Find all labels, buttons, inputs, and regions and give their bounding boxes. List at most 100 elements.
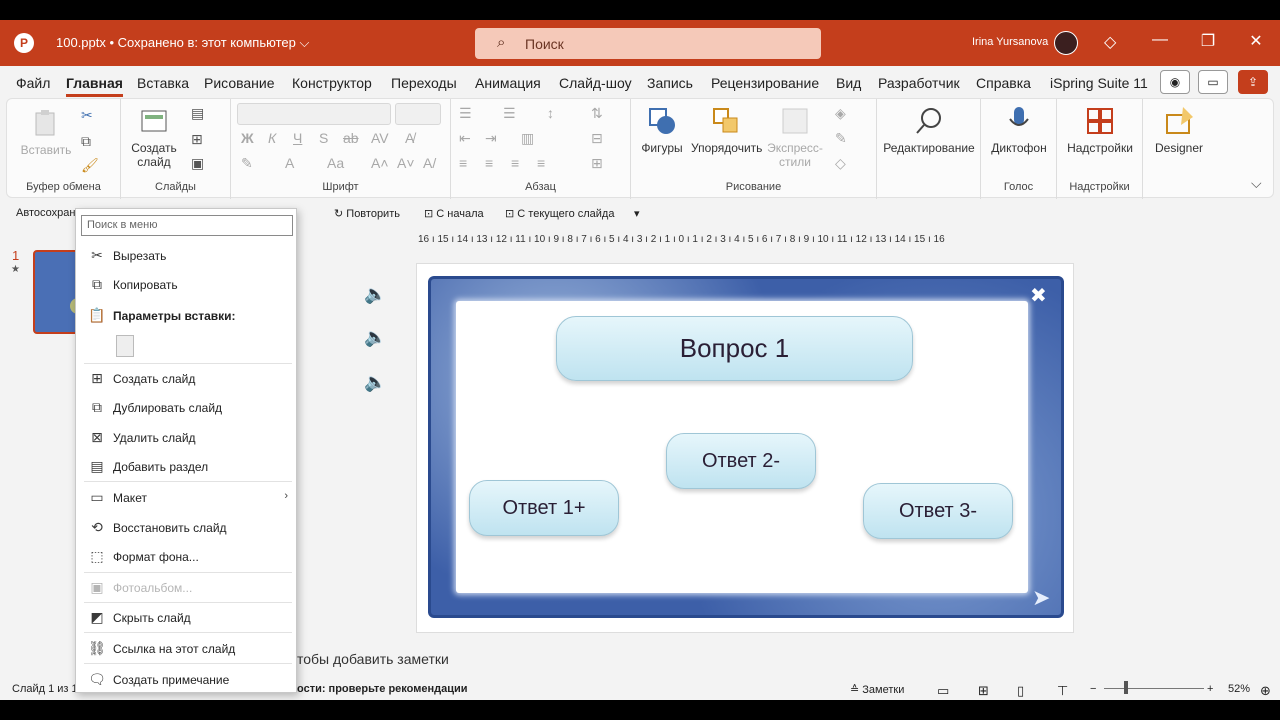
minimize-icon[interactable]: — (1150, 31, 1170, 49)
addins-button[interactable]: Надстройки (1063, 105, 1137, 155)
tab-home[interactable]: Главная (66, 75, 123, 97)
notes-toggle[interactable]: ≙ Заметки (850, 683, 904, 696)
numbering-icon[interactable]: ☰ (503, 105, 516, 122)
normal-view-icon[interactable]: ▭ (937, 683, 949, 699)
menu-item-duplicate[interactable]: ⧉ Дублировать слайд (76, 395, 296, 421)
tab-draw[interactable]: Рисование (204, 75, 275, 91)
cut-icon[interactable]: ✂ (81, 107, 93, 124)
line-spacing-icon[interactable]: ↕ (547, 105, 554, 121)
fit-slide-icon[interactable]: ⊕ (1260, 683, 1271, 699)
reset-icon[interactable]: ⊞ (191, 131, 203, 148)
menu-item-copy[interactable]: ⧉ Копировать (76, 272, 296, 298)
tab-design[interactable]: Конструктор (292, 75, 372, 91)
tab-help[interactable]: Справка (976, 75, 1031, 91)
tab-transitions[interactable]: Переходы (391, 75, 457, 91)
audio-speaker-icon[interactable]: 🔈 (364, 284, 386, 305)
shadow-icon[interactable]: S (319, 130, 328, 146)
tab-file[interactable]: Файл (16, 75, 50, 91)
dictate-button[interactable]: Диктофон (989, 105, 1049, 155)
close-icon[interactable]: ✕ (1246, 31, 1266, 51)
close-x-icon[interactable]: ✖ (1030, 283, 1047, 308)
font-size-combo[interactable] (395, 103, 441, 125)
decrease-indent-icon[interactable]: ⇤ (459, 130, 471, 147)
paste-button[interactable]: Вставить (17, 107, 75, 157)
restore-icon[interactable]: ❐ (1198, 31, 1218, 51)
justify-icon[interactable]: ≡ (537, 155, 545, 171)
new-slide-button[interactable]: Создать слайд (129, 105, 179, 169)
paste-keep-format-icon[interactable] (116, 335, 134, 357)
menu-search-input[interactable]: Поиск в меню (81, 215, 293, 236)
text-effects-icon[interactable]: A/ (423, 155, 436, 171)
align-left-icon[interactable]: ≡ (459, 155, 467, 171)
increase-indent-icon[interactable]: ⇥ (485, 130, 497, 147)
answer-2-button[interactable]: Ответ 2- (666, 433, 816, 489)
shapes-button[interactable]: Фигуры (639, 105, 685, 155)
record-icon[interactable]: ◉ (1160, 70, 1190, 94)
sorter-view-icon[interactable]: ⊞ (978, 683, 989, 699)
customize-qat-icon[interactable]: ▾ (634, 207, 640, 220)
designer-button[interactable]: Designer (1149, 105, 1209, 155)
bullets-icon[interactable]: ☰ (459, 105, 472, 122)
notes-placeholder[interactable]: тобы добавить заметки (297, 651, 449, 667)
tab-slideshow[interactable]: Слайд-шоу (559, 75, 632, 91)
repeat-button[interactable]: ↻ Повторить (334, 207, 400, 220)
from-start-button[interactable]: ⊡ С начала (424, 207, 484, 220)
zoom-slider[interactable] (1104, 688, 1204, 689)
section-icon[interactable]: ▣ (191, 155, 204, 172)
copy-icon[interactable]: ⧉ (81, 133, 91, 150)
search-box[interactable]: ⌕ Поиск (475, 28, 821, 59)
menu-item-layout[interactable]: ▭ Макет › (76, 485, 296, 511)
tab-record[interactable]: Запись (647, 75, 693, 91)
zoom-in-icon[interactable]: + (1207, 683, 1213, 695)
answer-1-button[interactable]: Ответ 1+ (469, 480, 619, 536)
layout-icon[interactable]: ▤ (191, 105, 204, 122)
tab-view[interactable]: Вид (836, 75, 861, 91)
autosave-label[interactable]: Автосохране (16, 207, 82, 219)
format-painter-icon[interactable]: 🖌 (81, 157, 99, 174)
from-current-button[interactable]: ⊡ С текущего слайда (505, 207, 614, 220)
answer-3-button[interactable]: Ответ 3- (863, 483, 1013, 539)
premium-diamond-icon[interactable]: ◇ (1104, 32, 1116, 52)
highlight-icon[interactable]: ✎ (241, 155, 253, 172)
collapse-ribbon-icon[interactable]: ⌵ (1251, 175, 1262, 192)
clear-format-icon[interactable]: A̸ (405, 130, 414, 146)
tab-animation[interactable]: Анимация (475, 75, 541, 91)
shape-outline-icon[interactable]: ✎ (835, 130, 847, 147)
zoom-level[interactable]: 52% (1228, 683, 1250, 695)
align-center-icon[interactable]: ≡ (485, 155, 493, 171)
smartart-icon[interactable]: ⊞ (591, 155, 603, 172)
menu-item-link-slide[interactable]: ⛓ Ссылка на этот слайд (76, 636, 296, 662)
strikethrough-icon[interactable]: ab (343, 130, 359, 146)
menu-item-new-slide[interactable]: ⊞ Создать слайд (76, 366, 296, 392)
arrange-button[interactable]: Упорядочить (691, 105, 762, 155)
zoom-slider-thumb[interactable] (1124, 681, 1128, 694)
underline-icon[interactable]: Ч (293, 130, 302, 146)
menu-item-hide-slide[interactable]: ◩ Скрыть слайд (76, 605, 296, 631)
columns-icon[interactable]: ▥ (521, 130, 534, 147)
menu-item-format-background[interactable]: ⬚ Формат фона... (76, 544, 296, 570)
audio-speaker-icon[interactable]: 🔈 (364, 327, 386, 348)
shape-fill-icon[interactable]: ◈ (835, 105, 846, 122)
italic-icon[interactable]: К (268, 130, 276, 146)
shrink-font-icon[interactable]: A˅ (397, 155, 415, 171)
bold-icon[interactable]: Ж (241, 130, 254, 146)
comments-icon[interactable]: ▭ (1198, 70, 1228, 94)
align-text-icon[interactable]: ⊟ (591, 130, 603, 147)
next-arrow-icon[interactable]: ➤ (1032, 585, 1050, 611)
menu-item-reset[interactable]: ⟲ Восстановить слайд (76, 515, 296, 541)
text-direction-icon[interactable]: ⇅ (591, 105, 603, 122)
user-name[interactable]: Irina Yursanova (972, 36, 1048, 48)
editing-button[interactable]: Редактирование (881, 105, 977, 155)
grow-font-icon[interactable]: A˄ (371, 155, 389, 171)
share-icon[interactable]: ⇪ (1238, 70, 1268, 94)
align-right-icon[interactable]: ≡ (511, 155, 519, 171)
tab-insert[interactable]: Вставка (137, 75, 189, 91)
reading-view-icon[interactable]: ▯ (1017, 683, 1024, 699)
font-color-icon[interactable]: A (285, 155, 294, 171)
menu-item-cut[interactable]: ✂ Вырезать (76, 243, 296, 269)
audio-speaker-icon[interactable]: 🔈 (364, 372, 386, 393)
document-title[interactable]: 100.pptx • Сохранено в: этот компьютер ⌵ (56, 35, 309, 51)
accessibility-status[interactable]: ости: проверьте рекомендации (297, 683, 468, 695)
menu-item-add-section[interactable]: ▤ Добавить раздел (76, 454, 296, 480)
tab-ispring[interactable]: iSpring Suite 11 (1050, 75, 1148, 91)
